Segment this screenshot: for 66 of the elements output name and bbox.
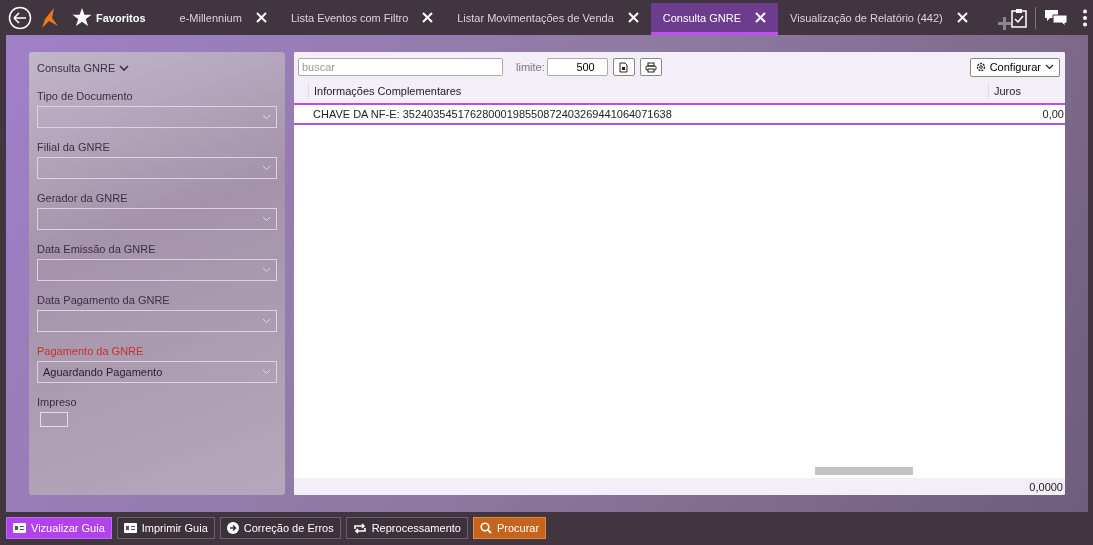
limit-label: limite:: [516, 61, 545, 73]
action-button[interactable]: Procurar: [472, 517, 547, 539]
table-cell-text: 0,00: [1041, 108, 1065, 120]
action-button[interactable]: Vizualizar Guia: [6, 517, 112, 539]
configure-button[interactable]: Configurar: [969, 57, 1060, 77]
chevron-down-icon: [262, 114, 271, 120]
table-row[interactable]: CHAVE DA NF-E: 35240354517628000198550872403269441064071638 0,00: [294, 105, 1065, 125]
document-icon: [619, 61, 629, 73]
tab[interactable]: e-Millennium: [167, 3, 279, 35]
chevron-down-icon: [262, 369, 271, 375]
dropdown-field[interactable]: [37, 310, 277, 332]
chevron-down-icon: [262, 267, 271, 273]
arrow-circle-icon: [226, 522, 239, 534]
close-icon[interactable]: [255, 12, 267, 23]
tab[interactable]: Consulta GNRE: [650, 3, 779, 35]
action-button[interactable]: Imprimir Guia: [116, 517, 215, 539]
chevron-down-icon: [262, 318, 271, 324]
dropdown-field[interactable]: Aguardando Pagamento: [37, 361, 277, 383]
tab[interactable]: Listar Movimentações de Venda: [445, 3, 651, 35]
logo-icon[interactable]: [40, 6, 60, 29]
print-button[interactable]: [639, 58, 662, 76]
column-header[interactable]: Juros: [988, 82, 1065, 99]
close-icon[interactable]: [422, 12, 434, 23]
more-icon[interactable]: [1081, 8, 1088, 27]
dropdown-field[interactable]: [37, 208, 277, 230]
dropdown-field[interactable]: [37, 106, 277, 128]
action-button[interactable]: Correção de Erros: [219, 517, 341, 539]
chevron-down-icon: [262, 165, 271, 171]
close-icon[interactable]: [755, 12, 767, 23]
column-header[interactable]: Informações Complementares: [308, 82, 988, 99]
field-label: Filial da GNRE: [37, 141, 111, 153]
clipboard-icon[interactable]: [1010, 7, 1027, 28]
field-label: Data Emissão da GNRE: [37, 243, 157, 255]
id-card-icon: [123, 523, 137, 533]
chevron-down-icon: [262, 216, 271, 222]
gear-icon: [975, 62, 986, 72]
checkbox[interactable]: [40, 412, 68, 427]
search-field[interactable]: buscar: [298, 58, 503, 76]
search-icon: [479, 522, 492, 534]
favorites-link[interactable]: Favoritos: [96, 11, 146, 24]
field-label: Data Pagamento da GNRE: [37, 294, 171, 306]
field-label: Gerador da GNRE: [37, 192, 129, 204]
chevron-down-icon[interactable]: [119, 64, 130, 72]
total-value: 0,0000: [1029, 480, 1063, 493]
table-cell-text: CHAVE DA NF-E: 35240354517628000198550872403269441064071638: [313, 108, 673, 120]
star-icon[interactable]: [72, 8, 92, 27]
tab[interactable]: Visualização de Relatório (442): [778, 3, 980, 35]
tab[interactable]: Lista Eventos com Filtro: [278, 3, 446, 35]
close-icon[interactable]: [627, 12, 639, 23]
printer-icon: [644, 61, 657, 73]
limit-field[interactable]: 500: [546, 58, 608, 76]
action-button[interactable]: Reprocessamento: [345, 517, 468, 539]
field-label: Pagamento da GNRE: [37, 345, 145, 357]
field-label: Tipo de Documento: [37, 90, 134, 102]
panel-title: Consulta GNRE: [37, 62, 116, 74]
repeat-icon: [352, 522, 367, 534]
dropdown-field[interactable]: [37, 259, 277, 281]
chat-icon[interactable]: [1043, 8, 1068, 27]
close-icon[interactable]: [956, 12, 968, 23]
back-icon[interactable]: [8, 5, 32, 30]
scrollbar[interactable]: [815, 467, 913, 475]
dropdown-field[interactable]: [37, 157, 277, 179]
chevron-down-icon: [1045, 64, 1054, 70]
id-card-icon: [13, 523, 26, 533]
export-button[interactable]: [612, 58, 635, 76]
field-label: Impreso: [37, 396, 78, 408]
